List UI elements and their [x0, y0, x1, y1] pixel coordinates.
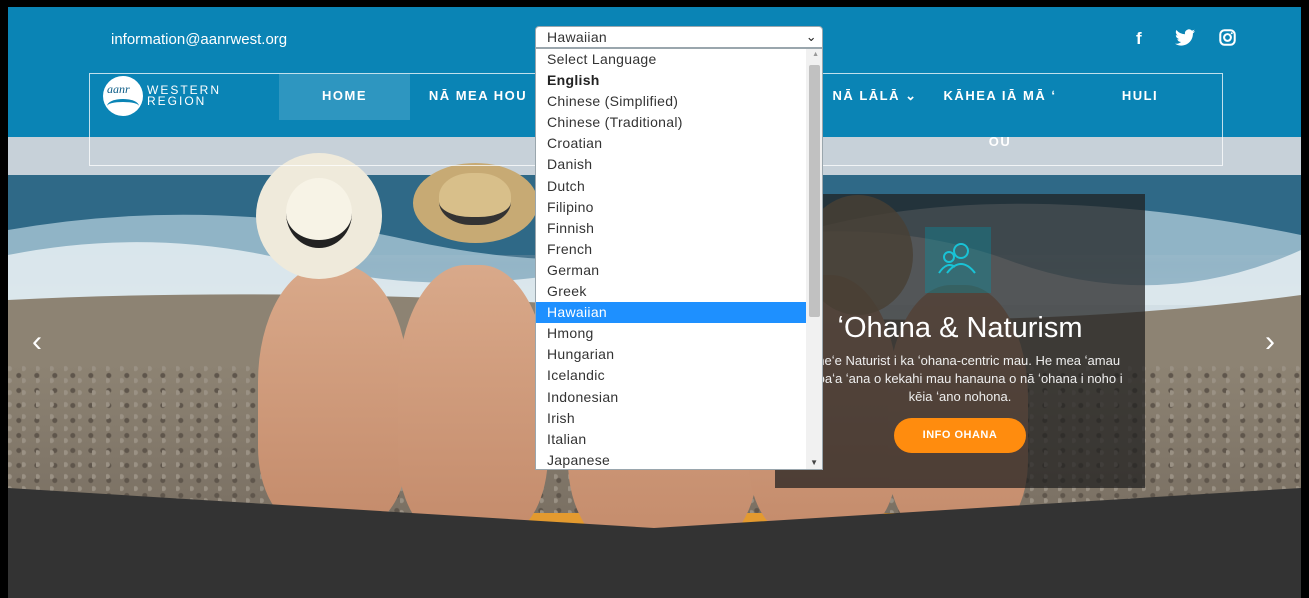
- page-frame: information@aanrwest.org f aanr WESTERN …: [8, 7, 1301, 598]
- language-option[interactable]: Italian: [536, 429, 807, 450]
- nav-search[interactable]: HULI: [1100, 74, 1180, 120]
- logo-line2: REGION: [147, 94, 207, 108]
- chevron-down-icon: ⌄: [805, 29, 817, 44]
- slide-description: ka neʻe Naturist i ka ʻohana-centric mau…: [797, 353, 1123, 404]
- straw-hat: [413, 163, 538, 243]
- language-option[interactable]: Dutch: [536, 176, 807, 197]
- instagram-icon[interactable]: [1219, 29, 1236, 51]
- facebook-icon[interactable]: f: [1136, 29, 1142, 49]
- language-option[interactable]: Chinese (Simplified): [536, 91, 807, 112]
- language-option[interactable]: Chinese (Traditional): [536, 112, 807, 133]
- language-option[interactable]: French: [536, 239, 807, 260]
- logo-mark: aanr: [107, 82, 130, 96]
- language-option[interactable]: Irish: [536, 408, 807, 429]
- nav-contact[interactable]: KĀHEA IĀ MĀ ʻ: [940, 74, 1060, 120]
- white-hat: [256, 153, 382, 279]
- twitter-icon[interactable]: [1175, 29, 1195, 51]
- language-option[interactable]: Select Language: [536, 49, 807, 70]
- language-select-value: Hawaiian: [547, 29, 607, 45]
- info-ohana-button[interactable]: INFO OHANA: [894, 418, 1026, 453]
- language-option[interactable]: Greek: [536, 281, 807, 302]
- language-option[interactable]: Icelandic: [536, 365, 807, 386]
- person-1: [258, 265, 408, 525]
- aanr-logo-icon: aanr: [103, 76, 143, 116]
- language-dropdown-list[interactable]: Select Language English Chinese (Simplif…: [535, 48, 823, 470]
- dropdown-scrollbar[interactable]: ▲ ▼: [806, 49, 822, 469]
- slider-prev-arrow[interactable]: ‹: [32, 325, 42, 359]
- language-option[interactable]: Japanese: [536, 450, 807, 469]
- users-icon: [925, 227, 991, 293]
- language-option[interactable]: Indonesian: [536, 387, 807, 408]
- scroll-up-icon[interactable]: ▲: [812, 51, 819, 58]
- language-option[interactable]: German: [536, 260, 807, 281]
- language-select[interactable]: Hawaiian ⌄: [535, 26, 823, 48]
- scroll-down-icon[interactable]: ▼: [810, 458, 818, 467]
- language-option-selected[interactable]: Hawaiian: [536, 302, 807, 324]
- scrollbar-thumb[interactable]: [809, 65, 820, 317]
- language-option[interactable]: Finnish: [536, 218, 807, 239]
- slide-info-card: ʻOhana & Naturism ka neʻe Naturist i ka …: [775, 194, 1145, 488]
- site-logo[interactable]: aanr WESTERN REGION: [103, 76, 221, 116]
- language-option[interactable]: Filipino: [536, 197, 807, 218]
- nav-branches[interactable]: NĀ LĀLĀ ⌄: [825, 74, 925, 120]
- nav-contact-cont[interactable]: OU: [940, 120, 1060, 166]
- language-option[interactable]: Hmong: [536, 323, 807, 344]
- language-option[interactable]: Hungarian: [536, 344, 807, 365]
- slide-title: ʻOhana & Naturism: [837, 312, 1083, 344]
- hero-bottom-divider: [8, 488, 1301, 598]
- nav-news[interactable]: NĀ MEA HOU: [418, 74, 538, 120]
- language-option[interactable]: Danish: [536, 154, 807, 175]
- language-option[interactable]: English: [536, 70, 807, 91]
- contact-email[interactable]: information@aanrwest.org: [111, 31, 287, 48]
- language-option[interactable]: Croatian: [536, 133, 807, 154]
- nav-home[interactable]: HOME: [279, 74, 410, 120]
- slider-next-arrow[interactable]: ›: [1265, 325, 1275, 359]
